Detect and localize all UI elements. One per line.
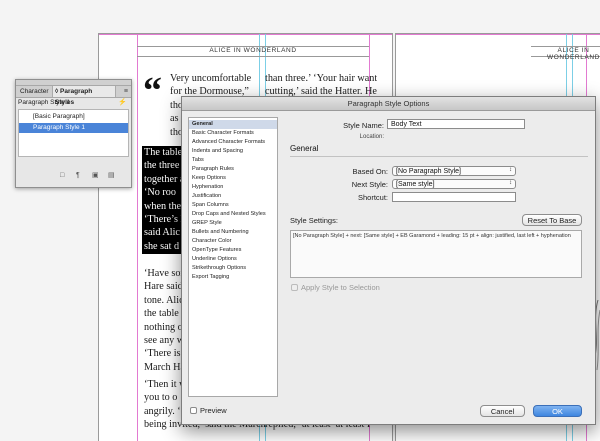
section-title: General <box>290 144 319 153</box>
apply-style-checkbox[interactable] <box>291 284 298 291</box>
text-line: March Ha <box>144 361 184 373</box>
text-line: ‘There is <box>144 348 181 360</box>
shortcut-input[interactable] <box>392 192 516 202</box>
category-item[interactable]: Character Color <box>189 237 277 246</box>
category-item[interactable]: Tabs <box>189 156 277 165</box>
category-item[interactable]: Strikethrough Options <box>189 264 277 273</box>
panel-tab-bar: Character ◊ Paragraph Styles ≡ <box>16 86 131 106</box>
text-column-left-middle[interactable]: ‘Have som Hare said tone. Alic the table… <box>144 267 184 374</box>
category-item[interactable]: Export Tagging <box>189 273 277 282</box>
folder-icon[interactable]: □ <box>60 172 64 179</box>
list-item[interactable]: [Basic Paragraph] <box>19 112 128 122</box>
paragraph-styles-panel: Character ◊ Paragraph Styles ≡ Paragraph… <box>15 79 132 188</box>
next-style-select[interactable]: [Same style] ↕ <box>392 179 516 189</box>
next-style-label: Next Style: <box>351 180 388 189</box>
category-item[interactable]: Bullets and Numbering <box>189 228 277 237</box>
text-line: ‘No roo <box>144 187 176 199</box>
reset-to-base-button[interactable]: Reset To Base <box>522 214 582 226</box>
text-line: said Alic <box>144 227 180 239</box>
running-head: ALICE IN WONDERLAND <box>209 47 297 54</box>
text-line: you to o <box>144 392 178 404</box>
tab-character[interactable]: Character <box>18 86 54 97</box>
selected-text-highlight[interactable]: The table the three together a ‘No roo w… <box>142 146 182 254</box>
text-line: the three <box>144 160 180 172</box>
style-settings-label: Style Settings: <box>290 216 338 225</box>
ok-button[interactable]: OK <box>533 405 582 417</box>
category-item[interactable]: Drop Caps and Nested Styles <box>189 210 277 219</box>
lightning-icon[interactable]: ⚡ <box>118 98 127 106</box>
preview-checkbox[interactable] <box>190 407 197 414</box>
based-on-select[interactable]: [No Paragraph Style] ↕ <box>392 166 516 176</box>
category-item[interactable]: Paragraph Rules <box>189 165 277 174</box>
text-line: Hare said <box>144 281 183 293</box>
divider <box>290 156 588 157</box>
text-line: when the <box>144 200 182 212</box>
text-line: ‘Have som <box>144 268 184 279</box>
style-settings-summary: [No Paragraph Style] + next: [Same style… <box>290 230 582 278</box>
category-item-selected[interactable]: General <box>189 120 277 129</box>
text-line: Very uncomfortable <box>170 73 252 84</box>
tab-paragraph-styles[interactable]: ◊ Paragraph Styles <box>52 86 116 106</box>
apply-style-label: Apply Style to Selection <box>301 283 380 292</box>
based-on-label: Based On: <box>352 167 388 176</box>
indesign-workspace: ALICE IN WONDERLAND ALICE IN WONDERLAND … <box>0 0 600 441</box>
current-style-label: Paragraph Style 1 <box>18 99 71 106</box>
cancel-button[interactable]: Cancel <box>480 405 525 417</box>
shortcut-label: Shortcut: <box>357 193 388 202</box>
text-column-right[interactable]: than three.’ ‘Your hair wants cutting,’ … <box>265 72 377 99</box>
category-item[interactable]: OpenType Features <box>189 246 277 255</box>
stepper-arrows-icon: ↕ <box>509 167 512 173</box>
trash-icon[interactable]: ▤ <box>108 172 115 179</box>
style-name-label: Style Name: <box>343 121 384 130</box>
category-list: General Basic Character Formats Advanced C… <box>188 117 278 397</box>
text-line: The table <box>144 147 182 158</box>
running-head: ALICE IN WONDERLAND <box>547 47 600 61</box>
category-item[interactable]: Basic Character Formats <box>189 129 277 138</box>
text-line: than three.’ ‘Your hair wants <box>265 73 377 84</box>
category-item[interactable]: Indents and Spacing <box>189 147 277 156</box>
text-line: the table <box>144 308 179 320</box>
margin-guide <box>137 34 138 441</box>
based-on-value: [No Paragraph Style] <box>396 168 461 175</box>
text-line: angrily. ‘ <box>144 405 181 417</box>
text-line: ‘There’s l <box>144 213 182 225</box>
clear-override-icon[interactable]: ¶ <box>76 172 80 179</box>
category-item[interactable]: Underline Options <box>189 255 277 264</box>
panel-menu-icon[interactable]: ≡ <box>124 86 128 97</box>
style-list: [Basic Paragraph] Paragraph Style 1 <box>18 109 129 157</box>
list-item-selected[interactable]: Paragraph Style 1 <box>19 123 128 133</box>
drop-cap: “ <box>143 70 162 112</box>
margin-guide <box>99 34 392 35</box>
preview-label: Preview <box>200 406 227 415</box>
text-line: ‘Then it w <box>144 379 184 390</box>
new-style-icon[interactable]: ▣ <box>92 172 99 179</box>
location-label: Location: <box>359 134 384 140</box>
dialog-title: Paragraph Style Options <box>182 97 595 111</box>
category-item[interactable]: GREP Style <box>189 219 277 228</box>
category-item[interactable]: Hyphenation <box>189 183 277 192</box>
category-item[interactable]: Span Columns <box>189 201 277 210</box>
panel-footer: □ ¶ ▣ ▤ <box>16 170 131 180</box>
category-item[interactable]: Advanced Character Formats <box>189 138 277 147</box>
text-line: see any w <box>144 334 184 346</box>
margin-guide <box>396 34 600 35</box>
next-style-value: [Same style] <box>396 181 435 188</box>
text-line: she sat d <box>144 240 180 252</box>
style-name-input[interactable]: Body Text <box>387 119 525 129</box>
category-item[interactable]: Keep Options <box>189 174 277 183</box>
text-line: nothing o <box>144 321 183 333</box>
paragraph-style-options-dialog: Paragraph Style Options General Basic Cha… <box>181 96 596 425</box>
stepper-arrows-icon: ↕ <box>509 180 512 186</box>
category-item[interactable]: Justification <box>189 192 277 201</box>
text-line: together a <box>144 173 182 185</box>
text-line: tone. Alic <box>144 294 184 306</box>
